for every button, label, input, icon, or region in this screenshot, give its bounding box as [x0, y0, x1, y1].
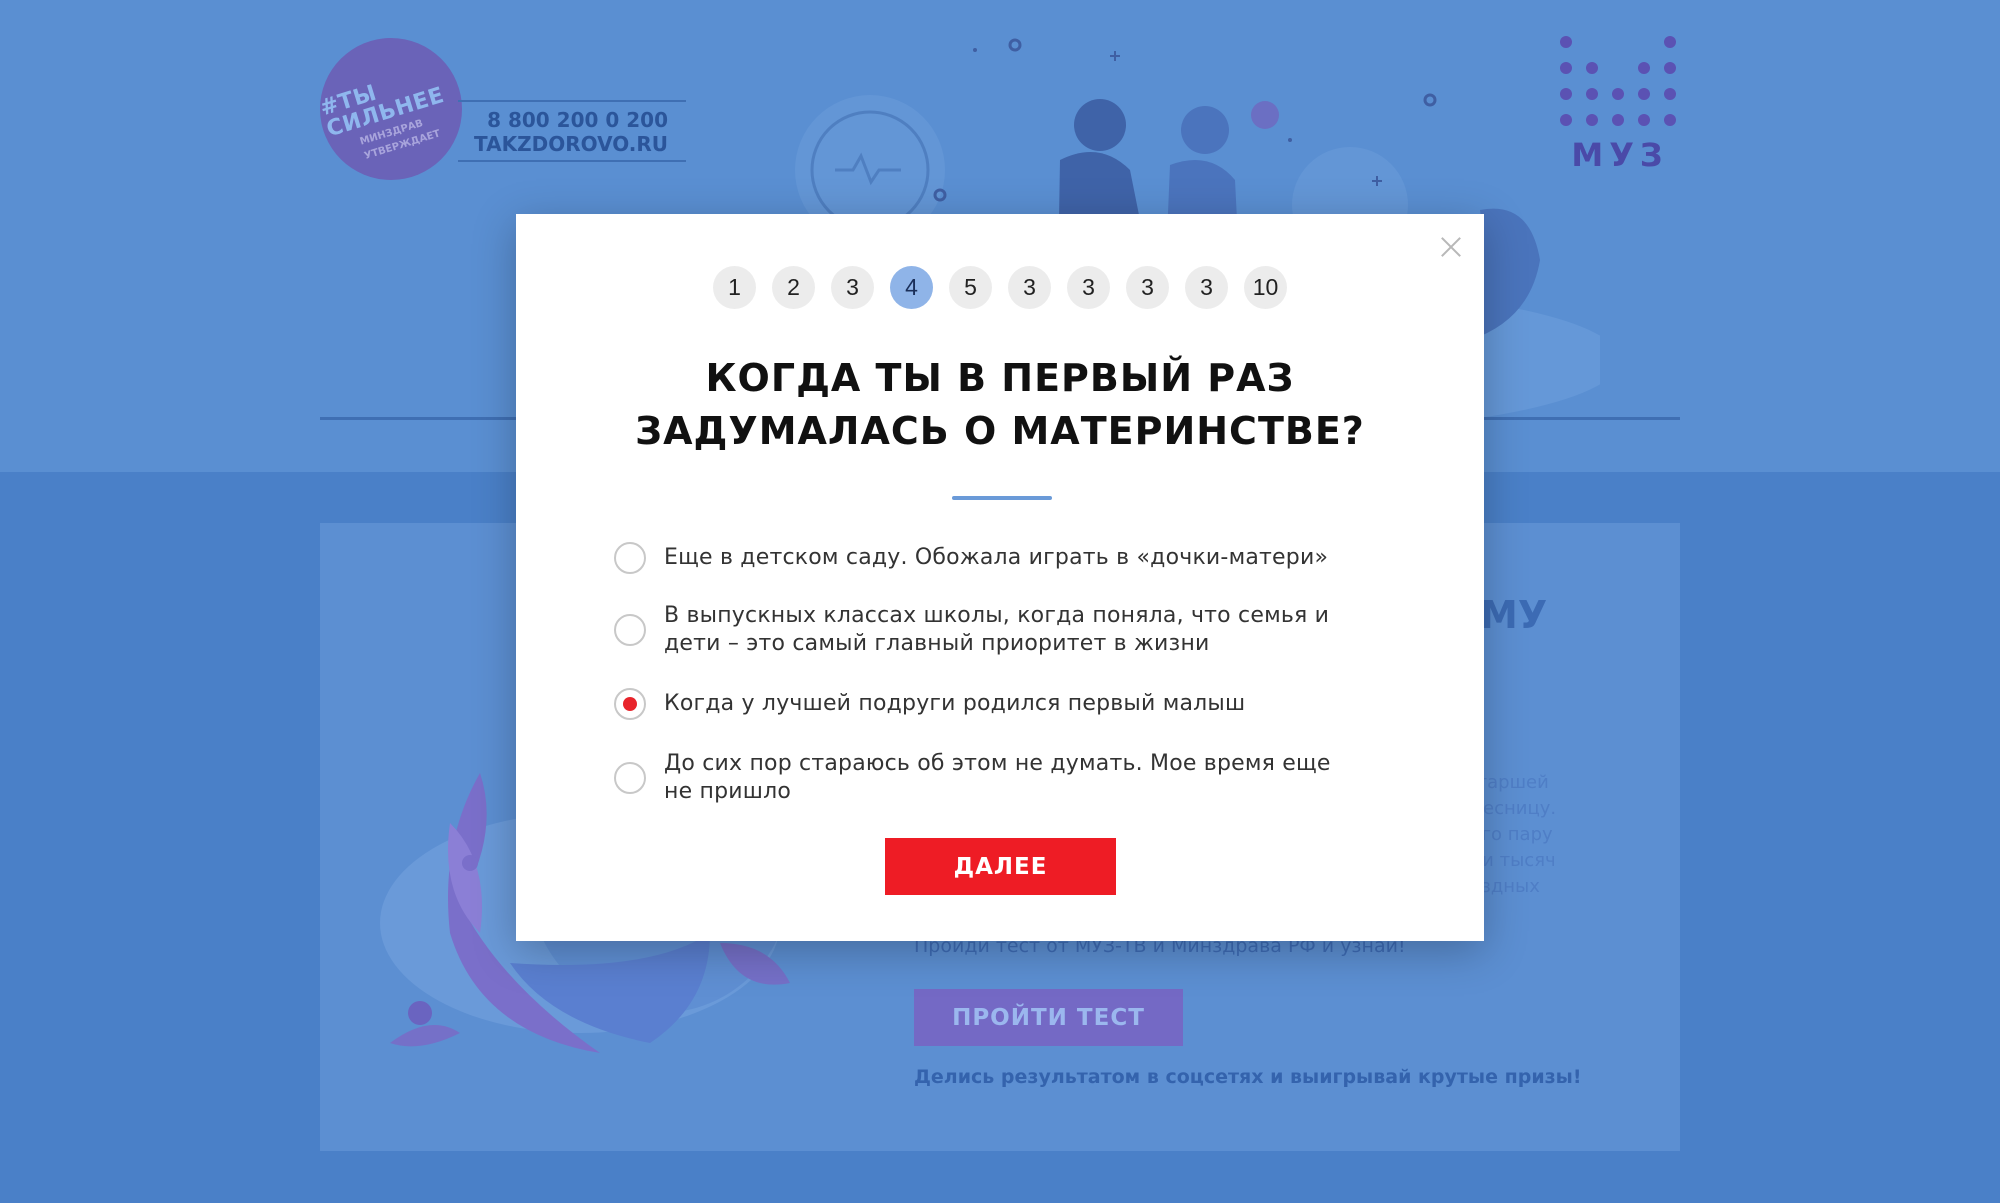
logo-dot [1664, 114, 1676, 126]
step-item[interactable]: 1 [713, 266, 756, 309]
logo-dot [1612, 114, 1624, 126]
radio-icon[interactable] [614, 614, 646, 646]
step-indicator: 1 2 3 4 5 3 3 3 3 10 [516, 266, 1484, 309]
card-heading: МУ [1480, 593, 1548, 637]
answer-option-label: Еще в детском саду. Обожала играть в «до… [664, 544, 1328, 572]
next-button[interactable]: ДАЛЕЕ [885, 838, 1116, 895]
logo-dot [1638, 88, 1650, 100]
logo-dots [1560, 36, 1680, 128]
logo-dot [1560, 36, 1572, 48]
step-current[interactable]: 4 [890, 266, 933, 309]
answer-option-text: В выпускных классах школы, когда поняла,… [664, 603, 1330, 628]
question-line-1: КОГДА ТЫ В ПЕРВЫЙ РАЗ [705, 356, 1295, 400]
radio-icon[interactable] [614, 688, 646, 720]
campaign-badge-logo: #ТЫ СИЛЬНЕЕ МИНЗДРАВ УТВЕРЖДАЕТ [320, 38, 462, 180]
logo-dot [1664, 88, 1676, 100]
logo-dot [1586, 88, 1598, 100]
start-test-button[interactable]: ПРОЙТИ ТЕСТ [914, 989, 1183, 1046]
step-item[interactable]: 3 [1185, 266, 1228, 309]
answer-option[interactable]: До сих пор стараюсь об этом не думать. М… [614, 750, 1394, 806]
question-line-2: ЗАДУМАЛАСЬ О МАТЕРИНСТВЕ? [635, 409, 1365, 453]
answer-option-text: Когда у лучшей подруги родился первый ма… [664, 691, 1246, 716]
question-title: КОГДА ТЫ В ПЕРВЫЙ РАЗ ЗАДУМАЛАСЬ О МАТЕР… [516, 352, 1484, 458]
radio-icon[interactable] [614, 762, 646, 794]
step-item[interactable]: 3 [1008, 266, 1051, 309]
answer-option-text: не пришло [664, 779, 792, 804]
answer-option-label: В выпускных классах школы, когда поняла,… [664, 602, 1329, 658]
logo-dot [1612, 88, 1624, 100]
card-share-text: Делись результатом в соцсетях и выигрыва… [914, 1066, 1582, 1088]
answer-options: Еще в детском саду. Обожала играть в «до… [614, 542, 1394, 806]
hotline-phone[interactable]: 8 800 200 0 200 [466, 108, 686, 132]
answer-option-text: Еще в детском саду. Обожала играть в «до… [664, 545, 1329, 570]
answer-option[interactable]: В выпускных классах школы, когда поняла,… [614, 602, 1394, 658]
title-divider [952, 496, 1052, 500]
step-item[interactable]: 10 [1244, 266, 1287, 309]
contact-block: 8 800 200 0 200 TAKZDOROVO.RU [458, 100, 686, 162]
logo-dot [1586, 114, 1598, 126]
logo-dot [1664, 36, 1676, 48]
logo-dot [1638, 62, 1650, 74]
logo-dot [1560, 114, 1572, 126]
site-link[interactable]: TAKZDOROVO.RU [466, 132, 686, 156]
step-item[interactable]: 2 [772, 266, 815, 309]
close-icon[interactable] [1436, 232, 1466, 262]
answer-option[interactable]: Еще в детском саду. Обожала играть в «до… [614, 542, 1394, 574]
logo-dot [1664, 62, 1676, 74]
logo-dot [1560, 62, 1572, 74]
answer-option-label: До сих пор стараюсь об этом не думать. М… [664, 750, 1331, 806]
answer-option[interactable]: Когда у лучшей подруги родился первый ма… [614, 688, 1394, 720]
step-item[interactable]: 5 [949, 266, 992, 309]
logo-dot [1586, 62, 1598, 74]
answer-option-text: дети – это самый главный приоритет в жиз… [664, 631, 1210, 656]
logo-dot [1560, 88, 1572, 100]
muz-tv-logo[interactable]: МУЗ [1560, 36, 1680, 186]
step-item[interactable]: 3 [831, 266, 874, 309]
answer-option-label: Когда у лучшей подруги родился первый ма… [664, 690, 1245, 718]
radio-icon[interactable] [614, 542, 646, 574]
quiz-modal: 1 2 3 4 5 3 3 3 3 10 КОГДА ТЫ В ПЕРВЫЙ РАЗ ЗАДУМА… [516, 214, 1484, 941]
answer-option-text: До сих пор стараюсь об этом не думать. М… [664, 751, 1331, 776]
step-item[interactable]: 3 [1126, 266, 1169, 309]
logo-text: МУЗ [1571, 136, 1669, 174]
logo-dot [1638, 114, 1650, 126]
step-item[interactable]: 3 [1067, 266, 1110, 309]
